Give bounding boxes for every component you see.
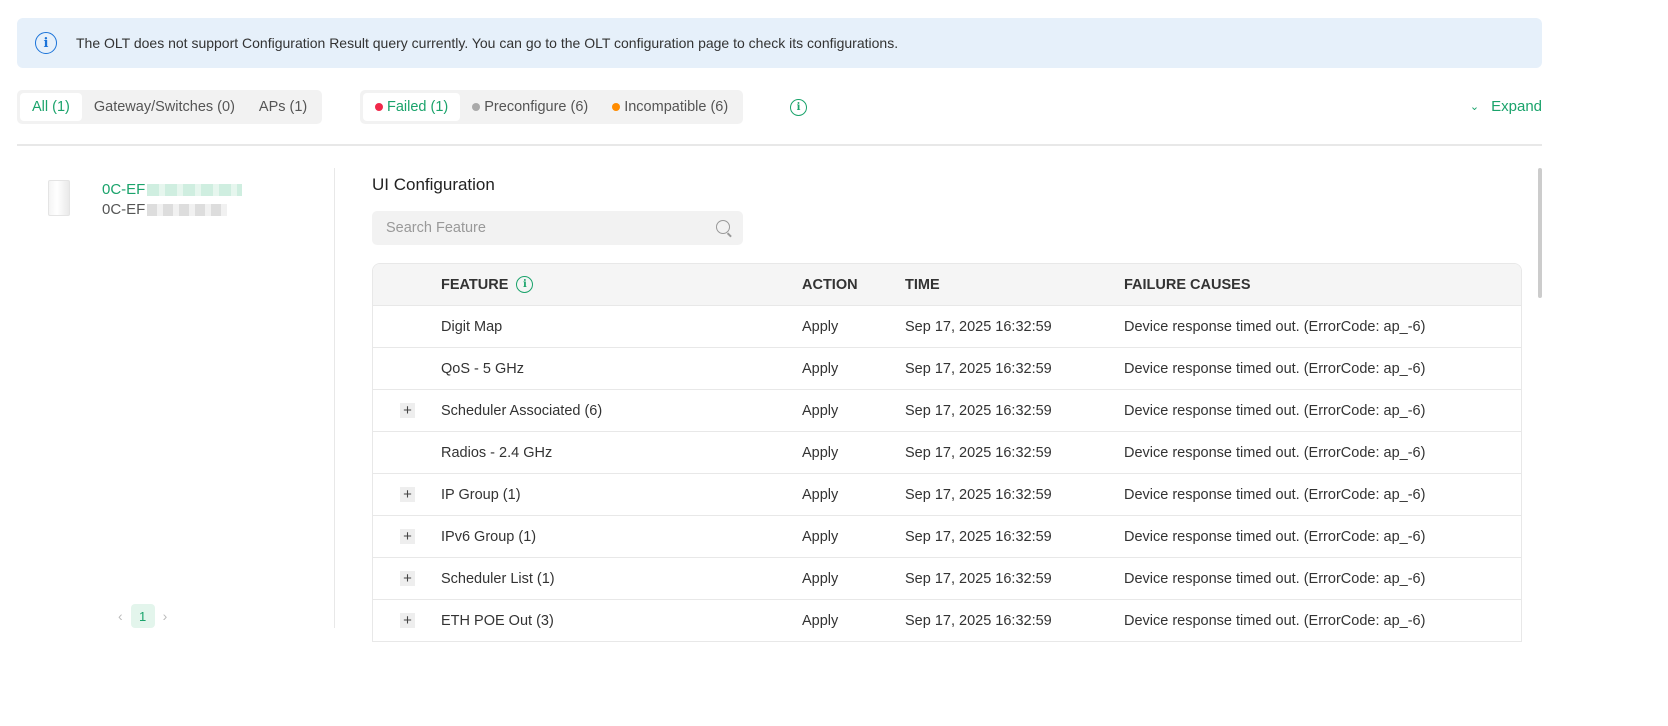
table-header: FEATURE i ACTION TIME FAILURE CAUSES	[373, 264, 1521, 306]
ap-device-icon	[48, 180, 70, 216]
config-table: FEATURE i ACTION TIME FAILURE CAUSES Digi…	[372, 263, 1522, 642]
cell-time: Sep 17, 2025 16:32:59	[905, 402, 1052, 419]
table-row: + ETH POE Out (3) Apply Sep 17, 2025 16:…	[373, 600, 1521, 642]
divider	[17, 144, 1542, 146]
cell-feature: IPv6 Group (1)	[441, 528, 537, 545]
section-title: UI Configuration	[372, 175, 495, 194]
expand-button[interactable]: ⌄ Expand	[1470, 98, 1542, 115]
tab-incompatible[interactable]: Incompatible (6)	[600, 93, 740, 121]
device-mac: 0C-EF	[102, 201, 146, 218]
banner-text: The OLT does not support Configuration R…	[76, 35, 899, 51]
cell-failure-cause: Device response timed out. (ErrorCode: a…	[1124, 318, 1426, 335]
search-input[interactable]	[372, 211, 743, 245]
prev-page-icon[interactable]: ‹	[118, 608, 123, 624]
table-row: QoS - 5 GHz Apply Sep 17, 2025 16:32:59 …	[373, 348, 1521, 390]
col-feature: FEATURE	[441, 276, 509, 293]
tab-preconfigure[interactable]: Preconfigure (6)	[460, 93, 600, 121]
pagination: ‹ 1 ›	[118, 604, 167, 628]
preconfigure-dot-icon	[472, 103, 481, 111]
cell-time: Sep 17, 2025 16:32:59	[905, 528, 1052, 545]
cell-feature: IP Group (1)	[441, 486, 521, 503]
cell-action: Apply	[802, 528, 839, 545]
cell-action: Apply	[802, 486, 839, 503]
info-icon: i	[35, 32, 57, 54]
tab-label: Preconfigure (6)	[484, 99, 589, 115]
cell-time: Sep 17, 2025 16:32:59	[905, 318, 1052, 335]
cell-time: Sep 17, 2025 16:32:59	[905, 486, 1052, 503]
expand-row-icon[interactable]: +	[400, 403, 415, 418]
tab-failed[interactable]: Failed (1)	[363, 93, 461, 121]
cell-feature: Scheduler Associated (6)	[441, 402, 603, 419]
page-button[interactable]: 1	[130, 604, 155, 628]
cell-feature: Digit Map	[441, 318, 503, 335]
cell-failure-cause: Device response timed out. (ErrorCode: a…	[1124, 570, 1426, 587]
cell-failure-cause: Device response timed out. (ErrorCode: a…	[1124, 486, 1426, 503]
cell-action: Apply	[802, 570, 839, 587]
expand-row-icon[interactable]: +	[400, 529, 415, 544]
table-row: + IP Group (1) Apply Sep 17, 2025 16:32:…	[373, 474, 1521, 516]
tab-label: Incompatible (6)	[624, 99, 729, 115]
expand-label: Expand	[1491, 98, 1542, 115]
scrollbar[interactable]	[1538, 168, 1542, 298]
cell-feature: Radios - 2.4 GHz	[441, 444, 553, 461]
cell-feature: Scheduler List (1)	[441, 570, 555, 587]
expand-row-icon[interactable]: +	[400, 571, 415, 586]
cell-feature: QoS - 5 GHz	[441, 360, 524, 377]
cell-failure-cause: Device response timed out. (ErrorCode: a…	[1124, 402, 1426, 419]
tab-gateway-switches[interactable]: Gateway/Switches (0)	[82, 93, 247, 121]
expand-row-icon[interactable]: +	[400, 613, 415, 628]
cell-time: Sep 17, 2025 16:32:59	[905, 570, 1052, 587]
redacted-blur	[147, 204, 228, 217]
expand-row-icon[interactable]: +	[400, 487, 415, 502]
status-tabs: Failed (1) Preconfigure (6) Incompatible…	[360, 90, 744, 124]
table-row: + IPv6 Group (1) Apply Sep 17, 2025 16:3…	[373, 516, 1521, 558]
redacted-blur	[147, 184, 243, 197]
device-name: 0C-EF	[102, 181, 146, 198]
cell-failure-cause: Device response timed out. (ErrorCode: a…	[1124, 444, 1426, 461]
cell-feature: ETH POE Out (3)	[441, 612, 554, 629]
tab-aps[interactable]: APs (1)	[247, 93, 319, 121]
incompatible-dot-icon	[612, 103, 621, 111]
cell-action: Apply	[802, 402, 839, 419]
search-icon[interactable]	[716, 220, 730, 234]
col-time: TIME	[905, 276, 940, 293]
cell-failure-cause: Device response timed out. (ErrorCode: a…	[1124, 528, 1426, 545]
panel-divider	[334, 168, 335, 628]
cell-time: Sep 17, 2025 16:32:59	[905, 444, 1052, 461]
cell-action: Apply	[802, 612, 839, 629]
tab-label: Failed (1)	[387, 99, 449, 115]
col-failure-causes: FAILURE CAUSES	[1124, 276, 1251, 293]
device-list-item[interactable]: 0C-EF 0C-EF	[48, 180, 243, 220]
cell-action: Apply	[802, 444, 839, 461]
tab-all[interactable]: All (1)	[20, 93, 82, 121]
failed-dot-icon	[375, 103, 383, 111]
chevron-down-icon: ⌄	[1469, 101, 1480, 113]
table-row: Digit Map Apply Sep 17, 2025 16:32:59 De…	[373, 306, 1521, 348]
table-row: + Scheduler Associated (6) Apply Sep 17,…	[373, 390, 1521, 432]
cell-time: Sep 17, 2025 16:32:59	[905, 612, 1052, 629]
cell-failure-cause: Device response timed out. (ErrorCode: a…	[1124, 360, 1426, 377]
next-page-icon[interactable]: ›	[163, 608, 168, 624]
cell-action: Apply	[802, 360, 839, 377]
device-type-tabs: All (1) Gateway/Switches (0) APs (1)	[17, 90, 323, 124]
cell-time: Sep 17, 2025 16:32:59	[905, 360, 1052, 377]
table-row: Radios - 2.4 GHz Apply Sep 17, 2025 16:3…	[373, 432, 1521, 474]
status-info-icon[interactable]: i	[790, 99, 807, 116]
col-action: ACTION	[802, 276, 858, 293]
table-row: + Scheduler List (1) Apply Sep 17, 2025 …	[373, 558, 1521, 600]
info-banner: i The OLT does not support Configuration…	[17, 18, 1542, 68]
feature-info-icon[interactable]: i	[516, 276, 534, 293]
cell-failure-cause: Device response timed out. (ErrorCode: a…	[1124, 612, 1426, 629]
cell-action: Apply	[802, 318, 839, 335]
